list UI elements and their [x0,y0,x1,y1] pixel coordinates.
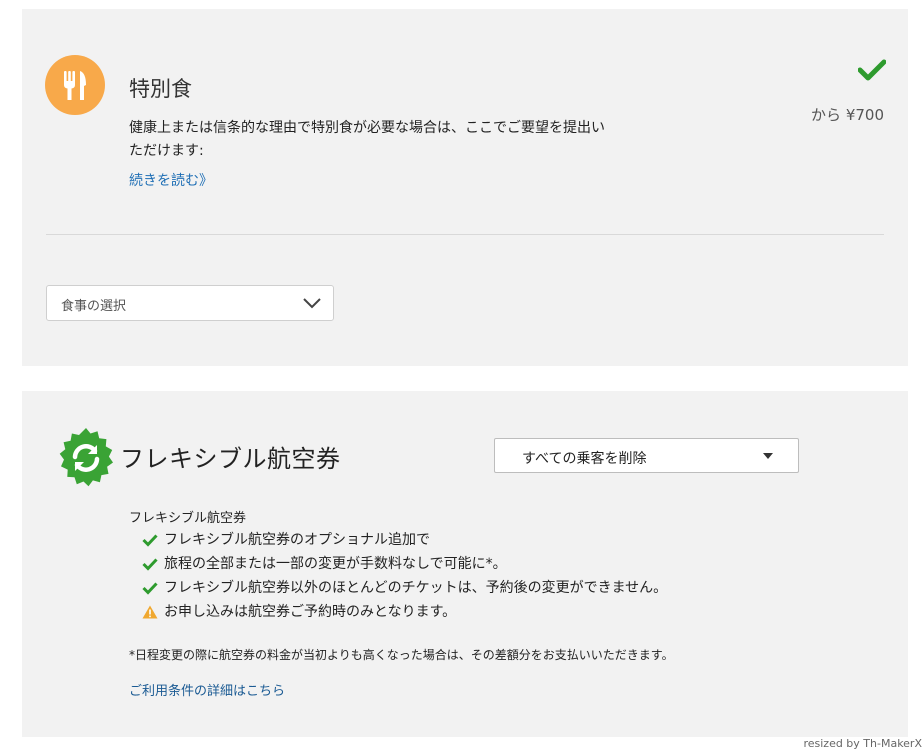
watermark: resized by Th-MakerX [803,737,922,750]
meal-title: 特別食 [129,77,192,101]
meal-description: 健康上または信条的な理由で特別食が必要な場合は、ここでご要望を提出いただけます: [129,120,605,159]
feature-text: お申し込みは航空券ご予約時のみとなります。 [164,604,457,620]
flex-ticket-title: フレキシブル航空券 [120,445,341,473]
read-more-link[interactable]: 続きを読む》 [129,170,213,190]
meal-price: から ¥700 [811,106,884,124]
terms-link[interactable]: ご利用条件の詳細はこちら [129,680,285,699]
checkmark-icon [142,582,158,595]
special-meal-card: 特別食 健康上または信条的な理由で特別食が必要な場合は、ここでご要望を提出いただ… [22,9,908,366]
meal-select-label: 食事の選択 [61,299,127,314]
flex-subheading: フレキシブル航空券 [129,511,247,526]
divider [46,234,884,235]
feature-list: フレキシブル航空券のオプショナル追加で 旅程の全部または一部の変更が手数料なしで… [142,528,667,624]
feature-text: 旅程の全部または一部の変更が手数料なしで可能に*。 [164,556,507,572]
feature-item: フレキシブル航空券以外のほとんどのチケットは、予約後の変更ができません。 [142,576,667,600]
caret-down-icon [763,453,773,459]
feature-item: 旅程の全部または一部の変更が手数料なしで可能に*。 [142,552,667,576]
feature-item: フレキシブル航空券のオプショナル追加で [142,528,667,552]
passenger-select-dropdown[interactable]: すべての乗客を削除 [494,438,799,473]
feature-text: フレキシブル航空券以外のほとんどのチケットは、予約後の変更ができません。 [164,580,668,596]
flexible-ticket-card: フレキシブル航空券 すべての乗客を削除 フレキシブル航空券 フレキシブル航空券の… [22,391,908,737]
meal-select-dropdown[interactable]: 食事の選択 [46,285,334,321]
checkmark-icon [142,534,158,547]
feature-item: お申し込みは航空券ご予約時のみとなります。 [142,600,667,624]
footnote: *日程変更の際に航空券の料金が当初よりも高くなった場合は、その差額分をお支払いい… [129,648,674,662]
chevron-down-icon [303,298,321,309]
checkmark-icon [142,558,158,571]
passenger-select-label: すべての乗客を削除 [522,451,647,467]
refresh-badge-icon [59,428,113,487]
checkmark-icon [858,59,886,81]
feature-text: フレキシブル航空券のオプショナル追加で [164,532,430,548]
fork-knife-icon [45,55,105,115]
warning-icon [142,605,158,619]
